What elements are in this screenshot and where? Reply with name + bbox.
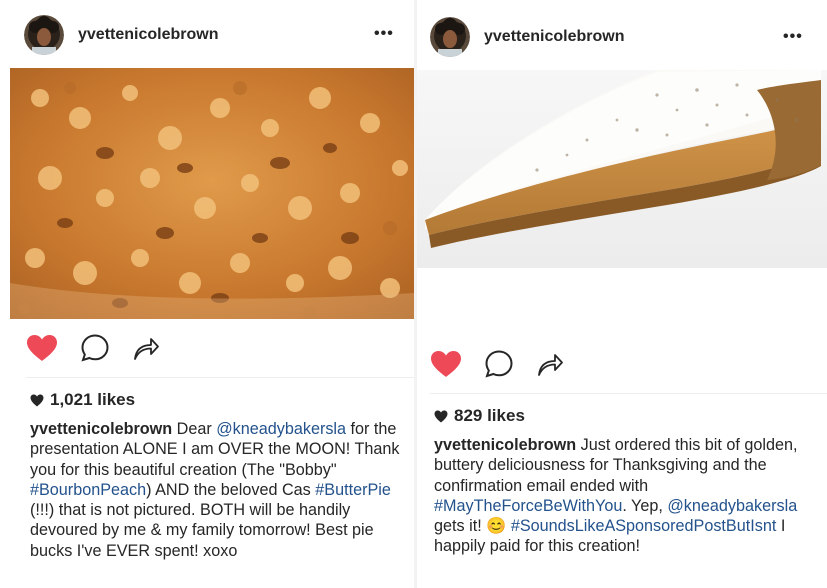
avatar[interactable] — [24, 15, 64, 55]
like-heart-icon[interactable] — [26, 334, 58, 362]
caption-username[interactable]: yvettenicolebrown — [30, 420, 172, 438]
post-username[interactable]: yvettenicolebrown — [484, 28, 624, 46]
post-photo[interactable] — [417, 70, 827, 268]
caption-segment: ) AND the beloved Cas — [146, 480, 316, 499]
crumble-pie-photo — [10, 68, 414, 319]
section-divider — [430, 393, 827, 394]
post-actions — [26, 333, 182, 363]
butter-pie-photo — [417, 70, 827, 268]
more-options-icon[interactable]: ••• — [783, 28, 803, 46]
caption-segment: gets it! 😊 — [434, 517, 511, 536]
post-caption: yvettenicolebrown Dear @kneadybakersla f… — [30, 419, 402, 561]
avatar-image — [430, 17, 470, 57]
post-header: yvettenicolebrown — [417, 7, 827, 67]
post-right: yvettenicolebrown ••• 829 likes yvetteni… — [417, 0, 827, 588]
hashtag-link[interactable]: #MayTheForceBeWithYou — [434, 497, 622, 515]
share-arrow-icon[interactable] — [536, 351, 564, 377]
like-heart-icon[interactable] — [430, 350, 462, 378]
hashtag-link[interactable]: #ButterPie — [315, 481, 391, 499]
small-heart-icon — [434, 410, 448, 423]
hashtag-link[interactable]: #SoundsLikeASponsoredPostButIsnt — [511, 517, 776, 535]
more-options-icon[interactable]: ••• — [374, 25, 394, 43]
post-actions — [430, 349, 586, 379]
likes-count[interactable]: 829 likes — [434, 406, 525, 426]
avatar[interactable] — [430, 17, 470, 57]
post-left: yvettenicolebrown ••• 1,021 likes yvette… — [0, 0, 414, 588]
share-arrow-icon[interactable] — [132, 335, 160, 361]
section-divider — [26, 377, 414, 378]
likes-count[interactable]: 1,021 likes — [30, 390, 135, 410]
caption-segment: Dear — [172, 420, 217, 438]
avatar-image — [24, 15, 64, 55]
post-username[interactable]: yvettenicolebrown — [78, 26, 218, 44]
post-header: yvettenicolebrown — [0, 5, 414, 65]
caption-username[interactable]: yvettenicolebrown — [434, 436, 576, 454]
caption-text: Dear @kneadybakersla for the presentatio… — [30, 420, 399, 560]
mention-link[interactable]: @kneadybakersla — [667, 497, 797, 515]
likes-label: 829 likes — [454, 406, 525, 425]
likes-label: 1,021 likes — [50, 390, 136, 409]
caption-segment: (!!!) that is not pictured. BOTH will be… — [30, 501, 374, 560]
post-caption: yvettenicolebrown Just ordered this bit … — [434, 435, 814, 557]
small-heart-icon — [30, 394, 44, 407]
comment-bubble-icon[interactable] — [80, 333, 110, 363]
mention-link[interactable]: @kneadybakersla — [216, 420, 346, 438]
caption-segment: . Yep, — [622, 496, 668, 515]
hashtag-link[interactable]: #BourbonPeach — [30, 481, 146, 499]
comment-bubble-icon[interactable] — [484, 349, 514, 379]
post-photo[interactable] — [10, 68, 414, 319]
